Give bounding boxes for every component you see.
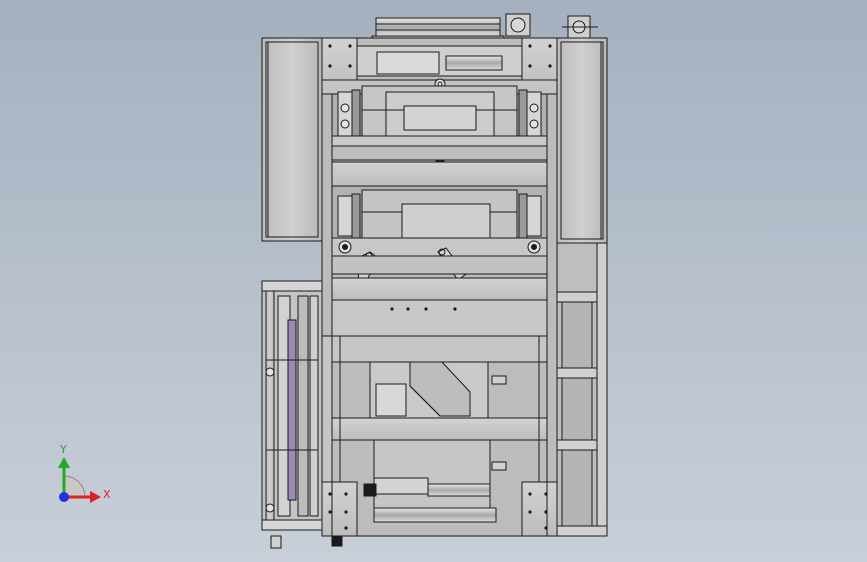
z-axis-dot [59,492,69,502]
cad-viewport[interactable]: Y X [0,0,867,562]
main-frame [321,37,558,537]
x-axis-arrowhead [90,491,101,503]
y-axis-label: Y [60,443,67,456]
machine-front-view[interactable] [0,0,867,562]
x-axis-label: X [103,488,111,501]
right-side-cover [556,37,608,244]
y-axis-arrowhead [58,457,70,468]
right-lower-frame [556,242,608,537]
left-side-cover [261,37,323,242]
coordinate-triad [58,457,101,503]
